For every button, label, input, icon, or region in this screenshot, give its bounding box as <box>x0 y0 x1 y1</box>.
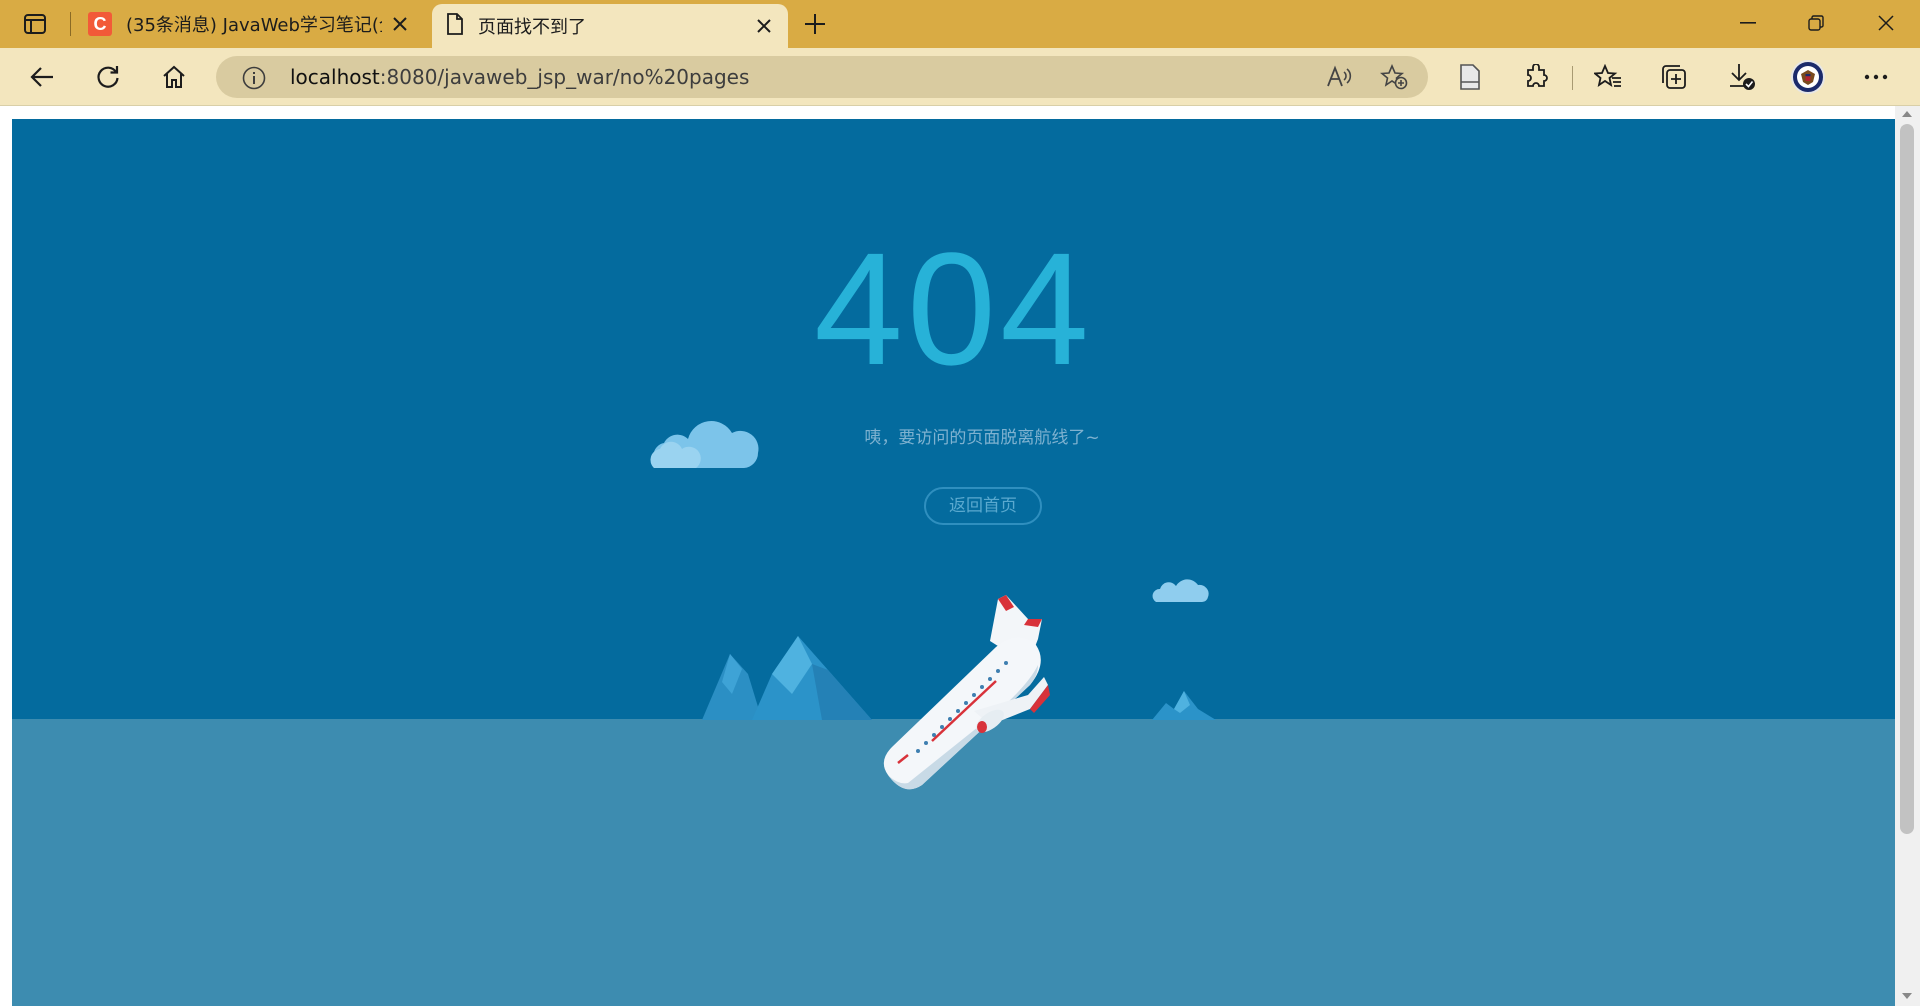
return-home-button[interactable]: 返回首页 <box>924 487 1042 525</box>
add-favorite-icon[interactable] <box>1379 63 1408 94</box>
url-text[interactable]: localhost:8080/javaweb_jsp_war/no%20page… <box>290 56 749 98</box>
close-window-button[interactable] <box>1866 8 1906 38</box>
tab-title: 页面找不到了 <box>478 17 586 38</box>
tab-actions-icon[interactable] <box>18 10 52 38</box>
url-host: localhost <box>290 65 380 89</box>
home-button[interactable] <box>156 59 192 95</box>
downloads-icon[interactable] <box>1724 59 1760 95</box>
close-icon[interactable] <box>390 14 410 34</box>
info-icon[interactable] <box>242 66 266 94</box>
collections-icon[interactable] <box>1656 59 1692 95</box>
page-viewport: 404 咦，要访问的页面脱离航线了~ 返回首页 <box>0 106 1920 1006</box>
new-tab-button[interactable] <box>800 10 830 38</box>
error-message: 咦，要访问的页面脱离航线了~ <box>864 428 1100 448</box>
tab-page-not-found[interactable]: 页面找不到了 <box>432 4 788 48</box>
profile-avatar[interactable] <box>1790 59 1826 95</box>
error-code: 404 <box>814 219 1093 398</box>
scroll-down-icon[interactable] <box>1901 990 1913 1002</box>
url-path: :8080/javaweb_jsp_war/no%20pages <box>379 65 750 89</box>
scroll-up-icon[interactable] <box>1901 108 1913 120</box>
vertical-scrollbar[interactable] <box>1895 106 1920 1006</box>
back-button[interactable] <box>24 59 60 95</box>
refresh-button[interactable] <box>90 59 126 95</box>
iceberg-small-icon <box>1152 691 1216 720</box>
address-bar[interactable]: localhost:8080/javaweb_jsp_war/no%20page… <box>216 56 1428 98</box>
close-icon[interactable] <box>754 16 774 36</box>
scroll-thumb[interactable] <box>1900 124 1914 834</box>
extensions-icon[interactable] <box>1518 59 1554 95</box>
read-aloud-icon[interactable] <box>1326 65 1352 93</box>
restore-button[interactable] <box>1796 8 1836 38</box>
tab-title: (35条消息) JavaWeb学习笔记(全) <box>126 15 382 36</box>
favorites-icon[interactable] <box>1590 59 1626 95</box>
tab-separator <box>70 12 71 36</box>
page-icon <box>446 13 464 39</box>
airplane-icon <box>883 595 1050 790</box>
error-404-scene: 404 咦，要访问的页面脱离航线了~ 返回首页 <box>12 119 1895 1006</box>
more-menu-icon[interactable] <box>1858 59 1894 95</box>
tab-csdn[interactable]: C (35条消息) JavaWeb学习笔记(全) <box>78 0 424 48</box>
cloud-small-icon <box>1152 579 1209 603</box>
tab-strip: C (35条消息) JavaWeb学习笔记(全) 页面找不到了 <box>0 0 1920 48</box>
browser-toolbar: localhost:8080/javaweb_jsp_war/no%20page… <box>0 48 1920 106</box>
reader-mode-icon[interactable] <box>1452 59 1488 95</box>
toolbar-divider <box>1572 66 1573 90</box>
minimize-button[interactable] <box>1728 8 1768 38</box>
csdn-c-icon: C <box>88 12 112 36</box>
